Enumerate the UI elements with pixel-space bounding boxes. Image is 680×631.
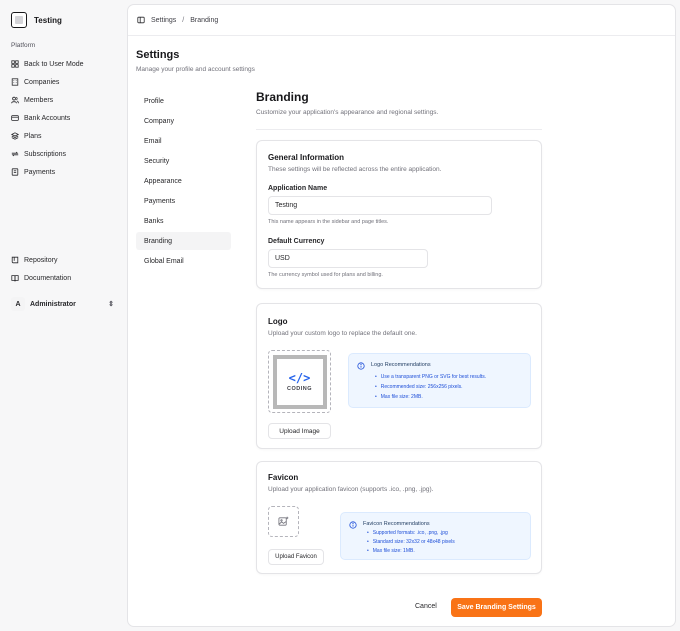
sidebar-item-payments[interactable]: Payments	[8, 163, 116, 181]
list-item: Max file size: 2MB.	[375, 392, 522, 402]
image-plus-icon	[278, 516, 289, 526]
list-item: Use a transparent PNG or SVG for best re…	[375, 372, 522, 382]
section-title: Branding	[256, 90, 309, 104]
favicon-card: Favicon Upload your application favicon …	[256, 461, 542, 574]
building-icon	[11, 78, 19, 86]
breadcrumb: Settings / Branding	[128, 5, 675, 36]
app-name: Testing	[34, 15, 62, 25]
tab-payments[interactable]: Payments	[136, 192, 231, 210]
avatar: A	[11, 297, 25, 311]
breadcrumb-parent[interactable]: Settings	[151, 17, 176, 24]
tab-branding[interactable]: Branding	[136, 232, 231, 250]
settings-tabs: Profile Company Email Security Appearanc…	[136, 92, 231, 272]
upload-favicon-button[interactable]: Upload Favicon	[268, 549, 324, 565]
user-name: Administrator	[30, 300, 76, 308]
grid-icon	[11, 60, 19, 68]
receipt-icon	[11, 168, 19, 176]
main-panel: Settings / Branding Settings Manage your…	[127, 4, 676, 627]
list-item: Supported formats: .ico, .png, .jpg	[367, 529, 522, 538]
sidebar-item-label: Repository	[24, 256, 58, 264]
currency-hint: The currency symbol used for plans and b…	[268, 272, 383, 278]
list-item: Standard size: 32x32 or 48x48 pixels	[367, 538, 522, 547]
logo-wordmark: CODING	[287, 386, 312, 392]
favicon-recommendations: Favicon Recommendations Supported format…	[340, 512, 531, 560]
refresh-icon	[11, 151, 19, 157]
sidebar-item-repository[interactable]: Repository	[8, 251, 116, 269]
sidebar: Testing Platform Back to User Mode Compa…	[0, 0, 124, 631]
tab-banks[interactable]: Banks	[136, 212, 231, 230]
divider	[256, 129, 542, 130]
app-name-input[interactable]	[268, 196, 492, 215]
sidebar-item-back-to-user-mode[interactable]: Back to User Mode	[8, 55, 116, 73]
branding-header: Branding Customize your application's ap…	[256, 90, 542, 130]
tab-global-email[interactable]: Global Email	[136, 252, 231, 270]
user-menu[interactable]: A Administrator ⇕	[8, 295, 116, 313]
card-description: Upload your application favicon (support…	[268, 486, 434, 493]
card-title: Favicon	[268, 473, 299, 482]
save-branding-button[interactable]: Save Branding Settings	[451, 598, 542, 617]
page-title: Settings	[136, 49, 180, 61]
logo-card: Logo Upload your custom logo to replace …	[256, 303, 542, 449]
layers-icon	[11, 132, 19, 140]
book-icon	[11, 256, 19, 264]
recommendations-title: Logo Recommendations	[371, 362, 431, 368]
card-title: General Information	[268, 153, 345, 162]
tab-appearance[interactable]: Appearance	[136, 172, 231, 190]
chevron-up-down-icon: ⇕	[108, 301, 114, 308]
sidebar-footer: Repository Documentation A Administrator…	[8, 251, 116, 313]
sidebar-item-companies[interactable]: Companies	[8, 73, 116, 91]
sidebar-item-label: Bank Accounts	[24, 114, 71, 122]
app-name-hint: This name appears in the sidebar and pag…	[268, 219, 389, 225]
tab-company[interactable]: Company	[136, 112, 231, 130]
page-subtitle: Manage your profile and account settings	[136, 66, 255, 73]
tab-email[interactable]: Email	[136, 132, 231, 150]
users-icon	[11, 96, 19, 104]
general-information-card: General Information These settings will …	[256, 140, 542, 289]
info-icon	[349, 521, 357, 529]
app-name-label: Application Name	[268, 185, 328, 192]
recommendations-title: Favicon Recommendations	[363, 521, 430, 527]
logo-recommendations: Logo Recommendations Use a transparent P…	[348, 353, 531, 408]
list-item: Recommended size: 256x256 pixels.	[375, 382, 522, 392]
sidebar-item-label: Plans	[24, 132, 42, 140]
sidebar-item-documentation[interactable]: Documentation	[8, 269, 116, 287]
logo-preview[interactable]: </> CODING	[268, 350, 331, 413]
currency-label: Default Currency	[268, 238, 325, 245]
currency-input[interactable]	[268, 249, 428, 268]
sidebar-item-label: Companies	[24, 78, 60, 86]
logo-mark: </>	[288, 371, 311, 385]
app-logo-icon	[11, 12, 27, 28]
card-description: Upload your custom logo to replace the d…	[268, 330, 417, 337]
favicon-dropzone[interactable]	[268, 506, 299, 537]
cancel-button[interactable]: Cancel	[415, 603, 437, 610]
section-subtitle: Customize your application's appearance …	[256, 109, 439, 116]
tab-profile[interactable]: Profile	[136, 92, 231, 110]
breadcrumb-current: Branding	[190, 16, 219, 24]
sidebar-item-label: Members	[24, 96, 54, 104]
sidebar-item-label: Payments	[24, 168, 56, 176]
list-item: Max file size: 1MB.	[367, 547, 522, 556]
logo-image: </> CODING	[272, 354, 327, 409]
book-open-icon	[11, 275, 19, 282]
sidebar-group-label: Platform	[11, 42, 36, 49]
sidebar-item-subscriptions[interactable]: Subscriptions	[8, 145, 116, 163]
sidebar-item-plans[interactable]: Plans	[8, 127, 116, 145]
breadcrumb-separator: /	[182, 16, 185, 24]
credit-card-icon	[11, 115, 19, 121]
sidebar-toggle-icon[interactable]	[137, 16, 145, 24]
upload-image-button[interactable]: Upload Image	[268, 423, 331, 439]
info-icon	[357, 362, 365, 370]
card-description: These settings will be reflected across …	[268, 166, 442, 173]
sidebar-item-label: Back to User Mode	[24, 60, 84, 68]
card-title: Logo	[268, 317, 288, 326]
sidebar-item-label: Documentation	[24, 274, 72, 282]
sidebar-item-members[interactable]: Members	[8, 91, 116, 109]
sidebar-item-label: Subscriptions	[24, 150, 67, 158]
app-switcher[interactable]: Testing	[8, 10, 116, 30]
tab-security[interactable]: Security	[136, 152, 231, 170]
sidebar-item-bank-accounts[interactable]: Bank Accounts	[8, 109, 116, 127]
